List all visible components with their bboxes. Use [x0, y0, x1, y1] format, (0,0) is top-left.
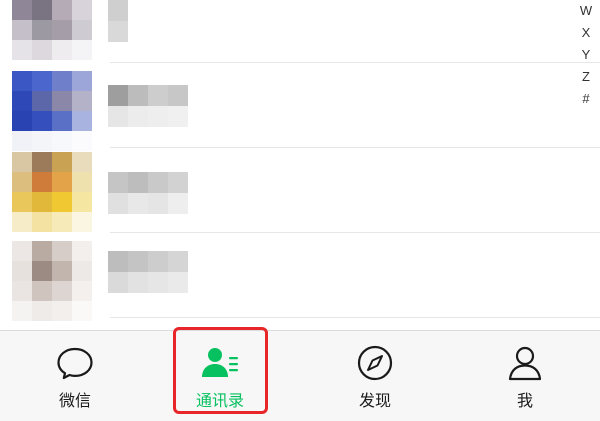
- contact-row[interactable]: [0, 63, 600, 151]
- index-letter[interactable]: #: [572, 88, 600, 110]
- contact-name-blurred: [108, 85, 190, 127]
- avatar: [12, 71, 92, 151]
- tab-label: 我: [516, 391, 533, 410]
- avatar: [12, 241, 92, 321]
- row-divider: [110, 317, 600, 318]
- avatar: [12, 0, 92, 60]
- index-letter[interactable]: Z: [572, 66, 600, 88]
- chat-bubble-icon: [55, 343, 95, 383]
- index-letter[interactable]: X: [572, 22, 600, 44]
- compass-icon: [355, 343, 395, 383]
- highlight-box: [173, 327, 268, 414]
- contact-name-blurred: [108, 172, 190, 214]
- tab-me[interactable]: 我: [450, 331, 600, 421]
- tab-label: 微信: [58, 391, 91, 410]
- contact-name-blurred: [108, 0, 190, 42]
- index-letter[interactable]: Y: [572, 44, 600, 66]
- avatar: [12, 152, 92, 232]
- index-letter[interactable]: W: [572, 0, 600, 22]
- contact-list: W X Y Z #: [0, 0, 600, 330]
- person-icon: [505, 343, 545, 383]
- contact-name-blurred: [108, 251, 190, 293]
- contact-row[interactable]: [0, 233, 600, 321]
- tab-chats[interactable]: 微信: [0, 331, 150, 421]
- tab-label: 发现: [358, 391, 391, 410]
- contact-row[interactable]: [0, 148, 600, 232]
- tab-discover[interactable]: 发现: [300, 331, 450, 421]
- contact-row[interactable]: [0, 0, 600, 62]
- bottom-tab-bar: 微信 通讯录 发现 我: [0, 330, 600, 421]
- alphabet-index[interactable]: W X Y Z #: [572, 0, 600, 110]
